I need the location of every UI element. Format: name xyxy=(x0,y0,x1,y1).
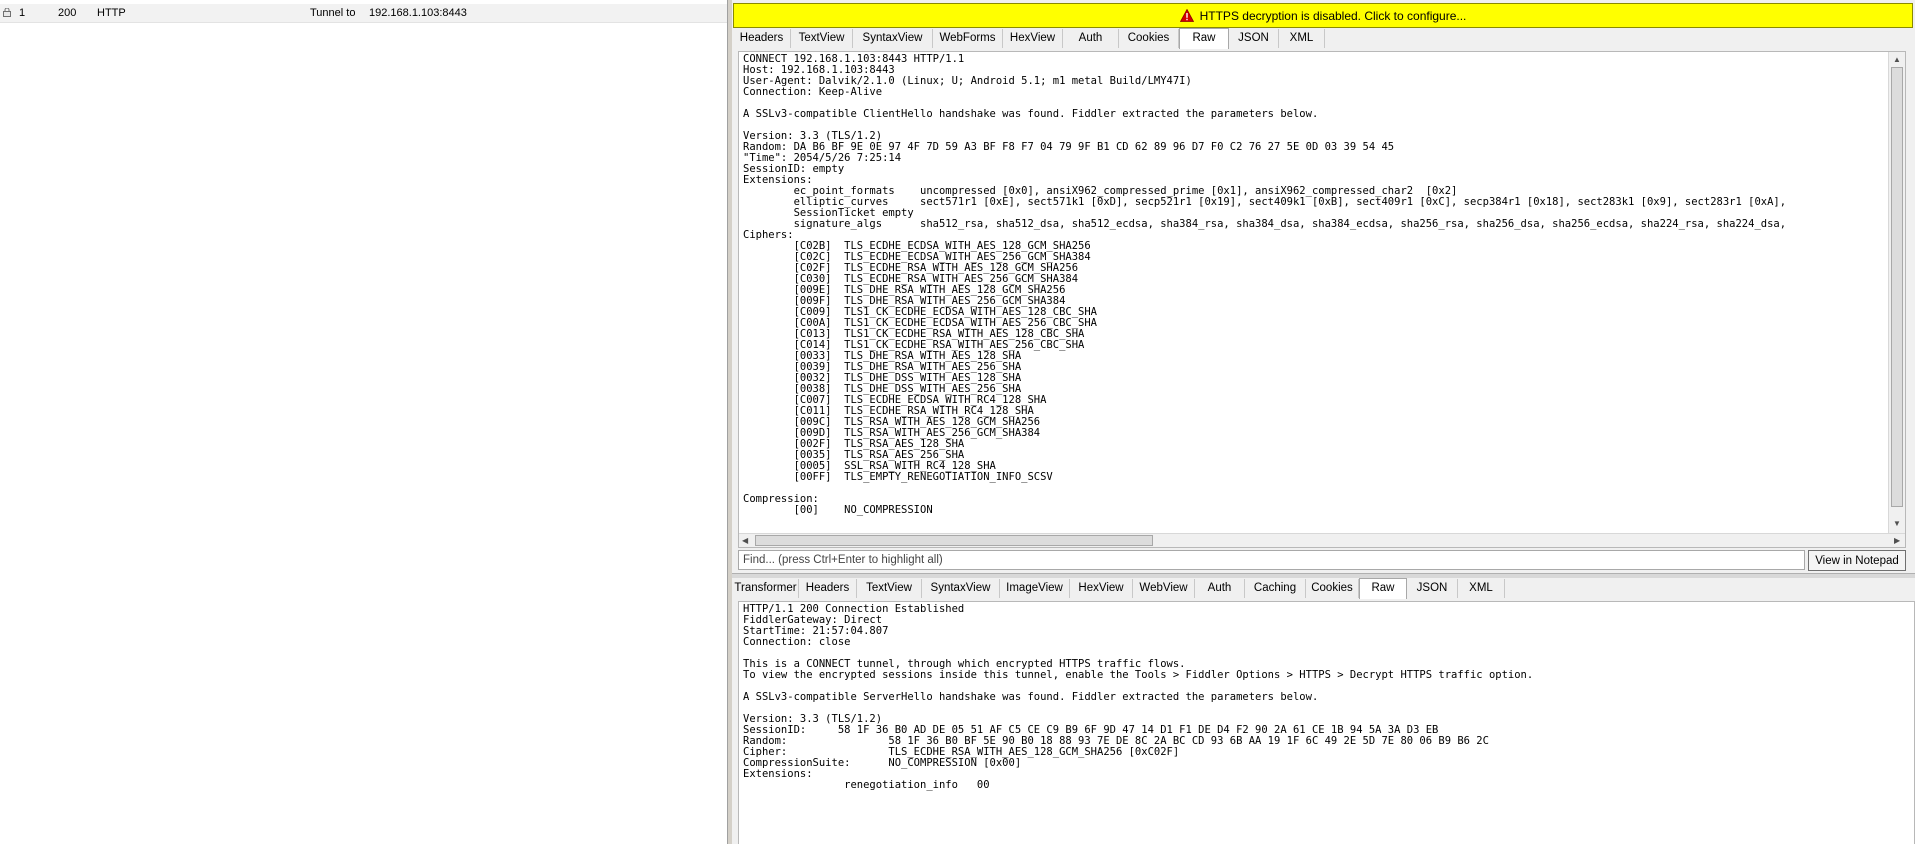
find-input[interactable] xyxy=(739,551,1804,569)
view-in-notepad-button[interactable]: View in Notepad xyxy=(1808,550,1906,571)
request-line: Connection: Keep-Alive xyxy=(743,86,883,98)
response-tab-webview[interactable]: WebView xyxy=(1133,579,1195,598)
request-raw-text: CONNECT 192.168.1.103:8443 HTTP/1.1 Host… xyxy=(743,54,1786,516)
response-tab-auth[interactable]: Auth xyxy=(1195,579,1245,598)
response-line: renegotiation_info 00 xyxy=(743,779,990,791)
response-tab-caching[interactable]: Caching xyxy=(1245,579,1306,598)
response-line: To view the encrypted sessions inside th… xyxy=(743,669,1534,681)
session-list: 1 200 HTTP Tunnel to 192.168.1.103:8443 xyxy=(0,0,727,844)
request-line: [00FF] TLS_EMPTY_RENEGOTIATION_INFO_SCSV xyxy=(743,471,1053,483)
request-tab-auth[interactable]: Auth xyxy=(1063,29,1119,48)
request-tab-hexview[interactable]: HexView xyxy=(1003,29,1063,48)
response-tab-imageview[interactable]: ImageView xyxy=(1000,579,1070,598)
horizontal-splitter[interactable] xyxy=(732,573,1915,578)
request-vertical-scrollbar[interactable]: ▲ ▼ xyxy=(1888,52,1905,533)
response-tab-json[interactable]: JSON xyxy=(1407,579,1458,598)
response-tab-textview[interactable]: TextView xyxy=(857,579,922,598)
find-box[interactable] xyxy=(738,550,1805,570)
session-row[interactable]: 1 200 HTTP Tunnel to 192.168.1.103:8443 xyxy=(0,4,727,23)
inspector-panel: HTTPS decryption is disabled. Click to c… xyxy=(732,0,1915,844)
response-tabs: Transformer Headers TextView SyntaxView Imag… xyxy=(733,578,1913,599)
response-tab-transformer[interactable]: Transformer xyxy=(733,579,799,598)
request-tab-json[interactable]: JSON xyxy=(1229,29,1279,48)
response-raw-view[interactable]: HTTP/1.1 200 Connection Established Fidd… xyxy=(738,601,1915,844)
request-line: signature_algs sha512_rsa, sha512_dsa, s… xyxy=(743,218,1787,230)
session-host: Tunnel to xyxy=(310,7,356,19)
response-line: A SSLv3-compatible ServerHello handshake… xyxy=(743,691,1319,703)
response-tab-xml[interactable]: XML xyxy=(1458,579,1505,598)
request-tab-cookies[interactable]: Cookies xyxy=(1119,29,1179,48)
request-tab-webforms[interactable]: WebForms xyxy=(933,29,1003,48)
response-tab-hexview[interactable]: HexView xyxy=(1070,579,1133,598)
session-result: 200 xyxy=(58,7,77,19)
request-line: A SSLv3-compatible ClientHello handshake… xyxy=(743,108,1319,120)
session-protocol: HTTP xyxy=(97,7,126,19)
https-warning-text: HTTPS decryption is disabled. Click to c… xyxy=(1199,8,1467,23)
request-line: [00] NO_COMPRESSION xyxy=(743,504,933,516)
request-tab-textview[interactable]: TextView xyxy=(791,29,853,48)
https-warning-banner[interactable]: HTTPS decryption is disabled. Click to c… xyxy=(733,3,1913,28)
session-url: 192.168.1.103:8443 xyxy=(369,7,467,19)
response-tab-syntaxview[interactable]: SyntaxView xyxy=(922,579,1000,598)
response-tab-raw[interactable]: Raw xyxy=(1359,578,1407,599)
request-tabs: Headers TextView SyntaxView WebForms HexView… xyxy=(733,28,1913,49)
request-horizontal-scrollbar[interactable]: ◀ ▶ xyxy=(739,533,1905,547)
response-line: Connection: close xyxy=(743,636,851,648)
request-tab-xml[interactable]: XML xyxy=(1279,29,1325,48)
request-tab-headers[interactable]: Headers xyxy=(733,29,791,48)
request-raw-view[interactable]: CONNECT 192.168.1.103:8443 HTTP/1.1 Host… xyxy=(738,51,1906,548)
request-tab-syntaxview[interactable]: SyntaxView xyxy=(853,29,933,48)
lock-icon xyxy=(3,8,11,17)
warning-icon xyxy=(1179,9,1194,22)
response-raw-text: HTTP/1.1 200 Connection Established Fidd… xyxy=(743,604,1533,791)
response-tab-headers[interactable]: Headers xyxy=(799,579,857,598)
request-tab-raw[interactable]: Raw xyxy=(1179,28,1229,49)
response-tab-cookies[interactable]: Cookies xyxy=(1306,579,1359,598)
session-number: 1 xyxy=(19,7,26,19)
